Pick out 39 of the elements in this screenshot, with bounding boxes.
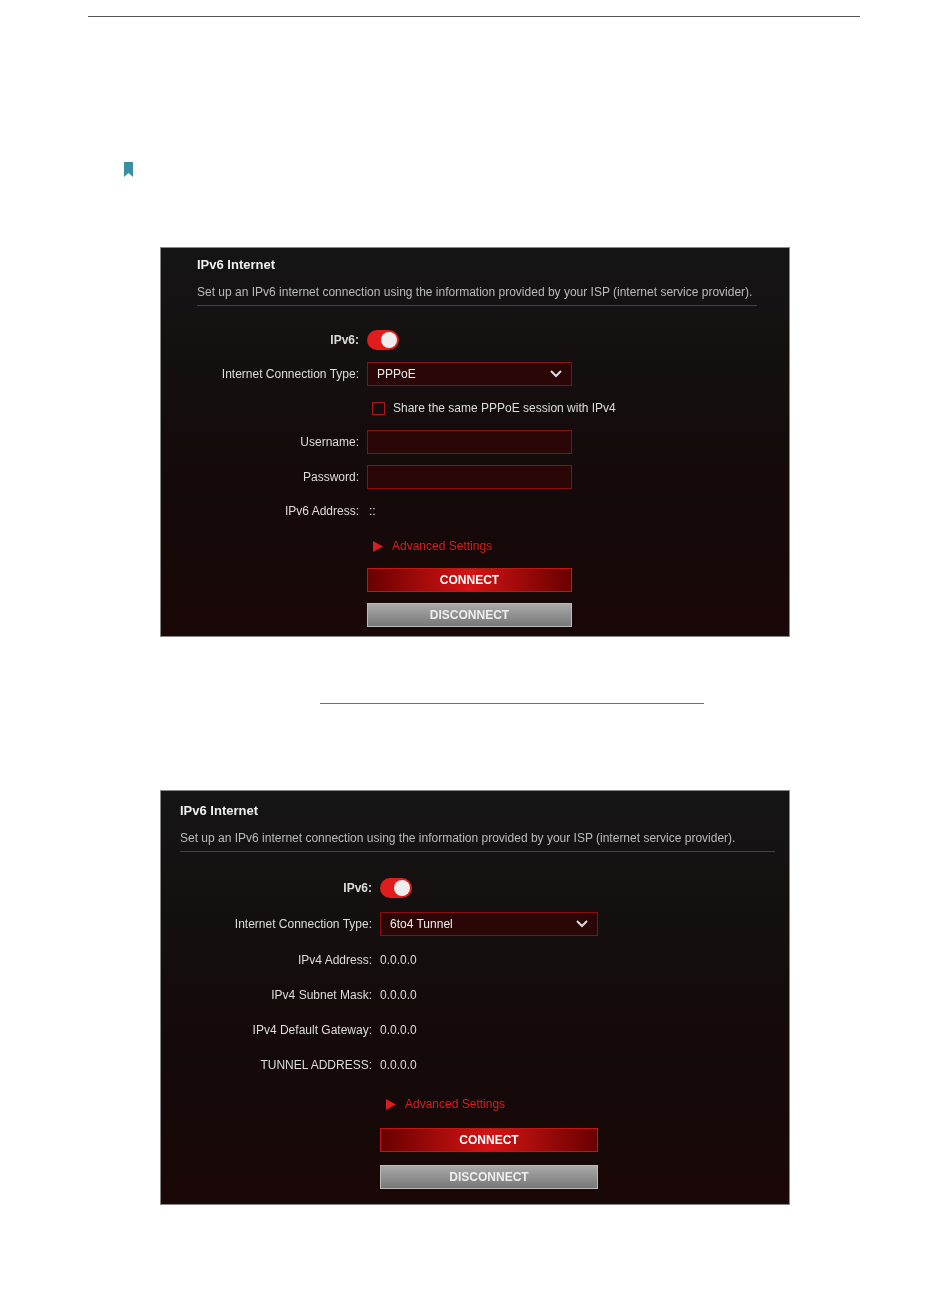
- advanced-settings-link[interactable]: Advanced Settings: [386, 1097, 506, 1111]
- toggle-switch[interactable]: [367, 330, 399, 350]
- caret-right-icon: [373, 540, 383, 552]
- advanced-settings-link[interactable]: Advanced Settings: [373, 539, 493, 553]
- field-value: 0.0.0.0: [380, 988, 417, 1002]
- field-label: IPv4 Default Gateway:: [252, 1023, 372, 1037]
- field-label: IPv4 Subnet Mask:: [271, 988, 372, 1002]
- dropdown-value: PPPoE: [377, 367, 416, 381]
- checkbox[interactable]: [372, 401, 385, 415]
- checkbox-label: Share the same PPPoE session with IPv4: [393, 401, 616, 415]
- dropdown[interactable]: PPPoE: [367, 362, 572, 386]
- field-value: 0.0.0.0: [380, 1023, 417, 1037]
- field-label: Internet Connection Type:: [234, 917, 372, 931]
- input-field[interactable]: [367, 430, 572, 454]
- field-value: ::: [368, 504, 376, 518]
- field-label: TUNNEL ADDRESS:: [260, 1058, 372, 1072]
- chevron-down-icon: [576, 920, 588, 928]
- field-label: IPv6:: [330, 333, 359, 347]
- chevron-down-icon: [550, 370, 562, 378]
- dropdown[interactable]: 6to4 Tunnel: [380, 912, 598, 936]
- connect-button[interactable]: CONNECT: [367, 568, 572, 592]
- field-label: IPv6 Address:: [284, 504, 359, 518]
- input-field[interactable]: [367, 465, 572, 489]
- field-label: IPv6:: [343, 881, 372, 895]
- panel-title: IPv6 Internet: [197, 257, 276, 272]
- field-label: Internet Connection Type:: [221, 367, 359, 381]
- connect-button[interactable]: CONNECT: [380, 1128, 598, 1152]
- panel-description: Set up an IPv6 internet connection using the information provided by your ISP (internet service provider).: [180, 831, 736, 845]
- bookmark-icon: [124, 162, 133, 177]
- dropdown-value: 6to4 Tunnel: [390, 917, 453, 931]
- field-label: IPv4 Address:: [297, 953, 372, 967]
- field-label: Password:: [302, 470, 359, 484]
- caret-right-icon: [386, 1098, 396, 1110]
- panel-description: Set up an IPv6 internet connection using the information provided by your ISP (internet service provider).: [197, 285, 753, 299]
- field-label: Username:: [300, 435, 359, 449]
- panel-title: IPv6 Internet: [180, 803, 259, 818]
- field-value: 0.0.0.0: [380, 1058, 417, 1072]
- toggle-switch[interactable]: [380, 878, 412, 898]
- field-value: 0.0.0.0: [380, 953, 417, 967]
